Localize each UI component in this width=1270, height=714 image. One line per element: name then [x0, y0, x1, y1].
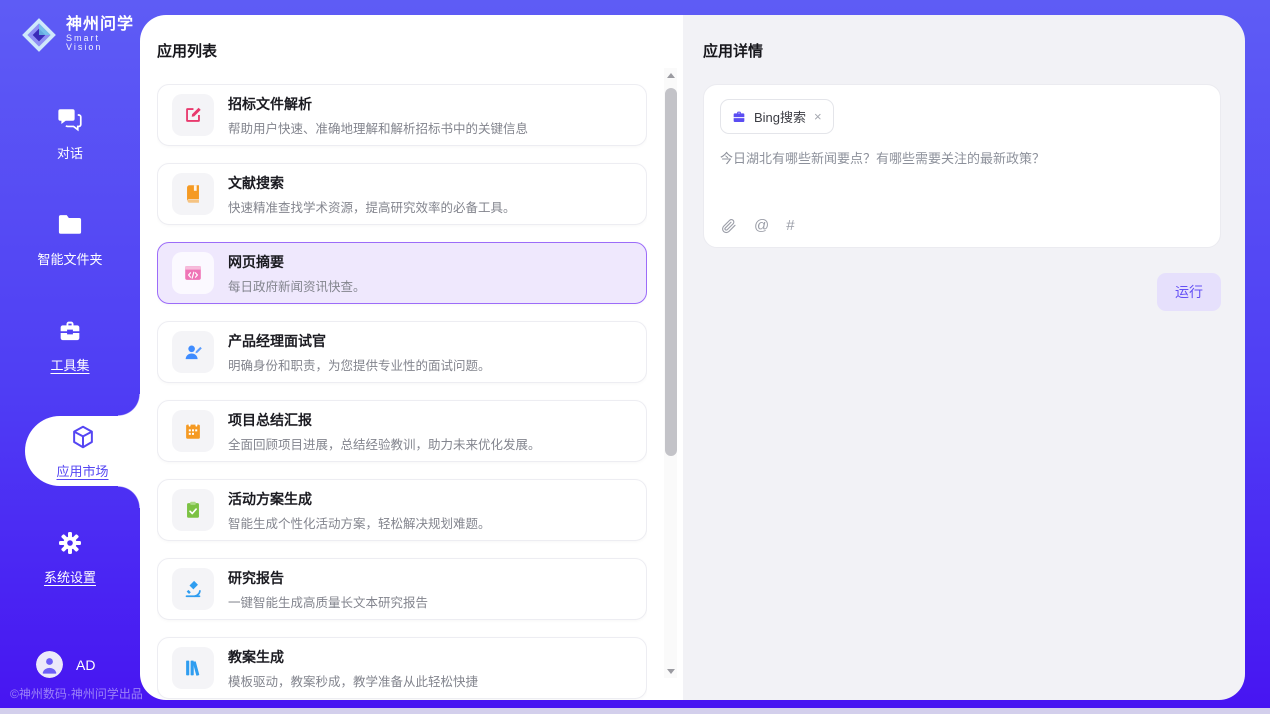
run-button[interactable]: 运行: [1157, 273, 1221, 311]
avatar-person-icon: [36, 651, 63, 678]
list-scrollbar: [664, 68, 677, 678]
copyright-footer: ©神州数码·神州问学出品: [10, 685, 143, 702]
scroll-down-arrow-icon[interactable]: [664, 664, 677, 678]
sidebar-item-app-market[interactable]: 应用市场: [25, 416, 140, 486]
app-card-desc: 快速精准查找学术资源，提高研究效率的必备工具。: [228, 197, 516, 216]
toolbox-icon: [55, 316, 85, 346]
app-card-desc: 全面回顾项目进展，总结经验教训，助力未来优化发展。: [228, 434, 541, 453]
sidebar-item-label: 系统设置: [44, 567, 96, 586]
app-card-title: 文献搜索: [228, 173, 516, 193]
gear-icon: [55, 528, 85, 558]
sidebar-item-label: 智能文件夹: [37, 249, 102, 268]
tool-chip-bing-search[interactable]: Bing搜索 ×: [720, 99, 834, 134]
brand-name: 神州问学: [66, 17, 140, 34]
app-card-title: 项目总结汇报: [228, 410, 541, 430]
app-card-desc: 帮助用户快速、准确地理解和解析招标书中的关键信息: [228, 118, 528, 137]
brand-subtitle: Smart Vision: [66, 34, 140, 53]
app-card-desc: 智能生成个性化活动方案，轻松解决规划难题。: [228, 513, 491, 532]
app-card-title: 网页摘要: [228, 252, 366, 272]
edit-document-icon: [172, 94, 214, 136]
research-icon: [172, 568, 214, 610]
app-card-desc: 明确身份和职责，为您提供专业性的面试问题。: [228, 355, 491, 374]
sidebar: 神州问学 Smart Vision 对话 智能文件夹: [0, 0, 140, 714]
brand-logo: 神州问学 Smart Vision: [0, 0, 140, 54]
briefcase-icon: [731, 109, 747, 125]
diamond-logo-icon: [20, 16, 58, 54]
scroll-up-arrow-icon[interactable]: [664, 68, 677, 82]
tool-chip-label: Bing搜索: [754, 107, 806, 126]
sidebar-item-chat[interactable]: 对话: [0, 80, 140, 186]
cube-icon: [68, 422, 98, 452]
interviewer-icon: [172, 331, 214, 373]
hash-icon[interactable]: #: [786, 217, 794, 234]
prompt-card: Bing搜索 × 今日湖北有哪些新闻要点？有哪些需要关注的最新政策？ @ #: [703, 84, 1221, 248]
sidebar-item-smart-folder[interactable]: 智能文件夹: [0, 186, 140, 292]
app-card-literature-search[interactable]: 文献搜索 快速精准查找学术资源，提高研究效率的必备工具。: [157, 163, 647, 225]
chat-icon: [55, 104, 85, 134]
app-card-desc: 每日政府新闻资讯快查。: [228, 276, 366, 295]
main-content: 应用列表 招标文件解析 帮助用户快速、准确地理解和解析招标书中的关键信息: [140, 15, 1245, 700]
app-card-desc: 一键智能生成高质量长文本研究报告: [228, 592, 428, 611]
sidebar-item-settings[interactable]: 系统设置: [0, 504, 140, 610]
clipboard-check-icon: [172, 489, 214, 531]
app-card-bid-document-parsing[interactable]: 招标文件解析 帮助用户快速、准确地理解和解析招标书中的关键信息: [157, 84, 647, 146]
app-window: 神州问学 Smart Vision 对话 智能文件夹: [0, 0, 1270, 714]
app-card-title: 活动方案生成: [228, 489, 491, 509]
app-card-research-report[interactable]: 研究报告 一键智能生成高质量长文本研究报告: [157, 558, 647, 620]
app-card-pm-interviewer[interactable]: 产品经理面试官 明确身份和职责，为您提供专业性的面试问题。: [157, 321, 647, 383]
app-card-webpage-summary[interactable]: 网页摘要 每日政府新闻资讯快查。: [157, 242, 647, 304]
sidebar-item-label: 应用市场: [56, 461, 108, 480]
user-initials: AD: [76, 657, 95, 673]
sidebar-item-label: 工具集: [50, 355, 89, 374]
app-card-lesson-plan[interactable]: 教案生成 模板驱动，教案秒成，教学准备从此轻松快捷: [157, 637, 647, 699]
app-card-desc: 模板驱动，教案秒成，教学准备从此轻松快捷: [228, 671, 478, 690]
bottom-strip: [0, 708, 1270, 714]
calendar-report-icon: [172, 410, 214, 452]
at-icon[interactable]: @: [754, 217, 769, 234]
app-card-title: 教案生成: [228, 647, 478, 667]
sidebar-nav: 对话 智能文件夹 工具集: [0, 80, 140, 610]
sidebar-item-toolset[interactable]: 工具集: [0, 292, 140, 398]
user-account-button[interactable]: AD: [36, 651, 95, 678]
scrollbar-thumb[interactable]: [665, 88, 677, 456]
app-list-title: 应用列表: [157, 40, 217, 61]
chip-close-icon[interactable]: ×: [813, 110, 823, 123]
books-icon: [172, 647, 214, 689]
app-card-title: 招标文件解析: [228, 94, 528, 114]
prompt-input[interactable]: 今日湖北有哪些新闻要点？有哪些需要关注的最新政策？: [720, 149, 1204, 169]
app-card-title: 研究报告: [228, 568, 428, 588]
app-card-project-summary[interactable]: 项目总结汇报 全面回顾项目进展，总结经验教训，助力未来优化发展。: [157, 400, 647, 462]
sidebar-item-label: 对话: [57, 143, 83, 162]
book-icon: [172, 173, 214, 215]
folder-icon: [55, 210, 85, 240]
app-list-panel: 应用列表 招标文件解析 帮助用户快速、准确地理解和解析招标书中的关键信息: [140, 15, 683, 700]
app-detail-panel: 应用详情 Bing搜索 × 今日湖北有哪些新闻要点？有哪些需要关注的最新政策？: [683, 15, 1245, 700]
webpage-code-icon: [172, 252, 214, 294]
app-card-event-plan[interactable]: 活动方案生成 智能生成个性化活动方案，轻松解决规划难题。: [157, 479, 647, 541]
paperclip-icon[interactable]: [721, 218, 737, 234]
app-list: 招标文件解析 帮助用户快速、准确地理解和解析招标书中的关键信息 文献搜索 快速精…: [157, 84, 647, 700]
prompt-toolbar: @ #: [721, 217, 795, 234]
app-card-title: 产品经理面试官: [228, 331, 491, 351]
app-detail-title: 应用详情: [703, 40, 1221, 61]
